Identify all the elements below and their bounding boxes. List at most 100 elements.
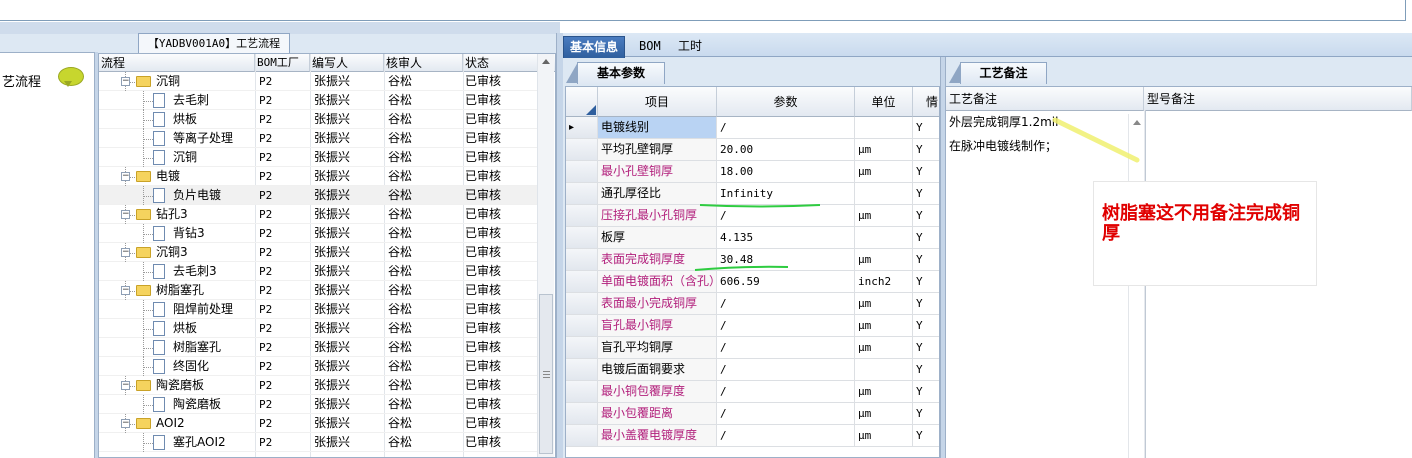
col-header-value[interactable]: 参数: [717, 87, 855, 117]
chat-bubble-icon[interactable]: [58, 67, 84, 87]
collapse-toggle-icon[interactable]: −: [121, 248, 130, 257]
tree-row[interactable]: − 钻孔3 P2 张振兴 谷松 已审核: [99, 205, 539, 224]
collapse-toggle-icon[interactable]: −: [121, 172, 130, 181]
param-row[interactable]: 板厚 4.135 Y: [566, 227, 939, 249]
tree-vertical-scrollbar[interactable]: [537, 54, 554, 457]
tree-row[interactable]: − 陶瓷磨板 P2 张振兴 谷松 已审核: [99, 376, 539, 395]
col-header-status[interactable]: 状态: [463, 54, 539, 72]
collapse-toggle-icon[interactable]: −: [121, 419, 130, 428]
tab-bom[interactable]: BOM: [633, 36, 667, 57]
param-value-cell[interactable]: 4.135: [717, 227, 855, 248]
param-value-cell[interactable]: /: [717, 425, 855, 446]
param-value-cell[interactable]: 606.59: [717, 271, 855, 292]
note-line[interactable]: 在脉冲电镀线制作；: [949, 137, 1057, 154]
param-row[interactable]: 最小孔壁铜厚 18.00 μm Y: [566, 161, 939, 183]
param-value-cell[interactable]: /: [717, 381, 855, 402]
tree-row[interactable]: − 沉铜3 P2 张振兴 谷松 已审核: [99, 243, 539, 262]
collapse-toggle-icon[interactable]: −: [121, 381, 130, 390]
col-header-reviewer[interactable]: 核审人: [384, 54, 463, 72]
tree-row[interactable]: 终固化 P2 张振兴 谷松 已审核: [99, 357, 539, 376]
param-value-cell[interactable]: /: [717, 315, 855, 336]
row-indicator[interactable]: [566, 293, 598, 314]
param-row[interactable]: 盲孔最小铜厚 / μm Y: [566, 315, 939, 337]
row-indicator[interactable]: [566, 403, 598, 424]
param-row[interactable]: 表面最小完成铜厚 / μm Y: [566, 293, 939, 315]
col-header-unit[interactable]: 单位: [855, 87, 913, 117]
tree-row[interactable]: 等离子处理 P2 张振兴 谷松 已审核: [99, 129, 539, 148]
col-header-process-note[interactable]: 工艺备注: [946, 87, 1144, 111]
tree-row[interactable]: − 电镀 P2 张振兴 谷松 已审核: [99, 167, 539, 186]
row-indicator[interactable]: [566, 337, 598, 358]
tree-row[interactable]: 去毛刺3 P2 张振兴 谷松 已审核: [99, 262, 539, 281]
collapse-toggle-icon[interactable]: −: [121, 286, 130, 295]
param-row[interactable]: 最小包覆距离 / μm Y: [566, 403, 939, 425]
param-row[interactable]: 单面电镀面积（含孔） 606.59 inch2 Y: [566, 271, 939, 293]
param-value-cell[interactable]: 30.48: [717, 249, 855, 270]
param-value-cell[interactable]: Infinity: [717, 183, 855, 204]
tree-row[interactable]: − 沉铜 P2 张振兴 谷松 已审核: [99, 72, 539, 91]
tab-basic-info[interactable]: 基本信息: [563, 36, 626, 58]
left-nav-label[interactable]: 艺流程: [2, 71, 41, 90]
col-header-model-note[interactable]: 型号备注: [1144, 87, 1412, 111]
row-indicator[interactable]: [566, 249, 598, 270]
tree-row[interactable]: 沉铜 P2 张振兴 谷松 已审核: [99, 148, 539, 167]
tab-labor-hours[interactable]: 工时: [672, 36, 708, 57]
param-value-cell[interactable]: /: [717, 205, 855, 226]
tree-row[interactable]: 树脂塞孔 P2 张振兴 谷松 已审核: [99, 338, 539, 357]
param-row[interactable]: ▸ 电镀线别 / Y: [566, 117, 939, 139]
tree-row[interactable]: 陶瓷磨板 P2 张振兴 谷松 已审核: [99, 395, 539, 414]
row-indicator[interactable]: [566, 183, 598, 204]
col-header-bom-factory[interactable]: BOM工厂: [255, 54, 310, 72]
row-indicator[interactable]: [566, 139, 598, 160]
tree-row[interactable]: 去毛刺 P2 张振兴 谷松 已审核: [99, 91, 539, 110]
scroll-thumb[interactable]: [539, 294, 553, 454]
col-header-truncated[interactable]: 情: [913, 87, 939, 117]
param-row[interactable]: 电镀后面铜要求 / Y: [566, 359, 939, 381]
col-header-writer[interactable]: 编写人: [310, 54, 384, 72]
param-row[interactable]: 盲孔平均铜厚 / μm Y: [566, 337, 939, 359]
tree-row[interactable]: − AOI2 P2 张振兴 谷松 已审核: [99, 414, 539, 433]
param-value-cell[interactable]: /: [717, 359, 855, 380]
param-value-cell[interactable]: /: [717, 337, 855, 358]
tab-basic-params[interactable]: 基本参数: [566, 62, 665, 84]
tree-row[interactable]: 背钻3 P2 张振兴 谷松 已审核: [99, 224, 539, 243]
tab-process-flow[interactable]: 【YADBV001A0】工艺流程: [138, 33, 290, 53]
main-splitter[interactable]: [556, 33, 563, 458]
row-indicator[interactable]: [566, 227, 598, 248]
tree-row[interactable]: 塞孔AOI2 P2 张振兴 谷松 已审核: [99, 433, 539, 452]
row-indicator[interactable]: [566, 161, 598, 182]
collapse-toggle-icon[interactable]: −: [121, 77, 130, 86]
param-row[interactable]: 压接孔最小孔铜厚 / μm Y: [566, 205, 939, 227]
col-header-item[interactable]: 项目: [598, 87, 717, 117]
left-nav-panel[interactable]: 艺流程: [0, 52, 95, 458]
row-indicator[interactable]: [566, 205, 598, 226]
col-header-flow[interactable]: 流程: [99, 54, 255, 72]
notes-scrollbar[interactable]: [1128, 114, 1144, 458]
scroll-up-arrow-icon[interactable]: [1133, 120, 1141, 125]
param-value-cell[interactable]: /: [717, 403, 855, 424]
tree-row[interactable]: 烘板 P2 张振兴 谷松 已审核: [99, 110, 539, 129]
collapse-toggle-icon[interactable]: −: [121, 210, 130, 219]
current-row-indicator-icon[interactable]: ▸: [566, 117, 598, 138]
param-row[interactable]: 最小盖覆电镀厚度 / μm Y: [566, 425, 939, 447]
row-indicator[interactable]: [566, 359, 598, 380]
param-row[interactable]: 最小铜包覆厚度 / μm Y: [566, 381, 939, 403]
row-indicator[interactable]: [566, 315, 598, 336]
param-value-cell[interactable]: 18.00: [717, 161, 855, 182]
param-row[interactable]: 平均孔壁铜厚 20.00 μm Y: [566, 139, 939, 161]
param-row[interactable]: 表面完成铜厚度 30.48 μm Y: [566, 249, 939, 271]
tab-process-notes[interactable]: 工艺备注: [949, 62, 1047, 84]
param-value-cell[interactable]: /: [717, 117, 855, 138]
param-value-cell[interactable]: 20.00: [717, 139, 855, 160]
tree-row[interactable]: − 树脂塞孔 P2 张振兴 谷松 已审核: [99, 281, 539, 300]
row-indicator[interactable]: [566, 271, 598, 292]
tree-row[interactable]: 负片电镀 P2 张振兴 谷松 已审核: [99, 186, 539, 205]
row-indicator[interactable]: [566, 381, 598, 402]
tree-row[interactable]: 阻焊前处理 P2 张振兴 谷松 已审核: [99, 300, 539, 319]
param-row[interactable]: 通孔厚径比 Infinity Y: [566, 183, 939, 205]
param-value-cell[interactable]: /: [717, 293, 855, 314]
note-line[interactable]: 外层完成铜厚1.2mil: [949, 113, 1058, 130]
row-indicator[interactable]: [566, 425, 598, 446]
tree-row[interactable]: 烘板 P2 张振兴 谷松 已审核: [99, 319, 539, 338]
scroll-up-arrow-icon[interactable]: [542, 59, 550, 64]
